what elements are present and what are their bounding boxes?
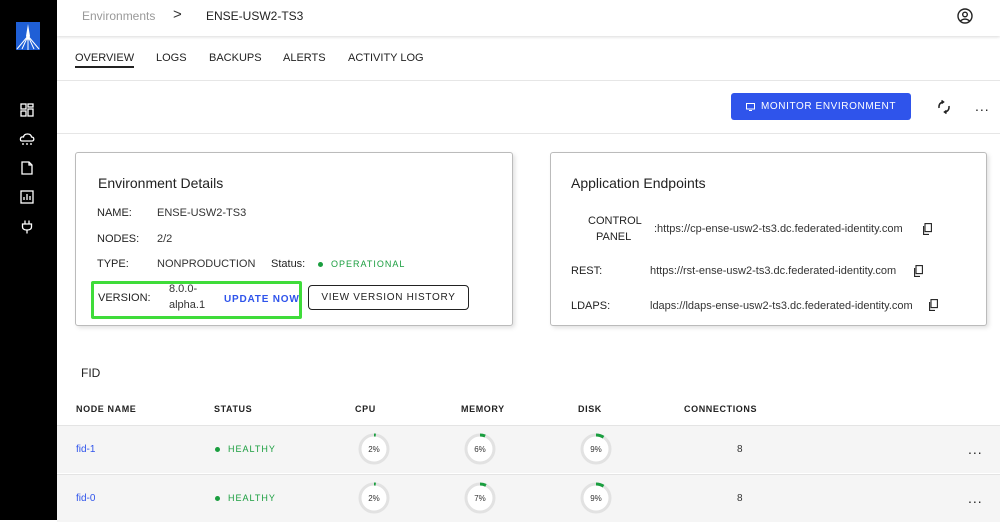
memory-gauge: 6% <box>464 433 496 465</box>
copy-rest-icon[interactable] <box>913 265 923 277</box>
monitor-icon <box>745 102 755 111</box>
rest-url[interactable]: https://rst-ense-usw2-ts3.dc.federated-i… <box>650 265 896 277</box>
status-value: OPERATIONAL <box>331 259 406 269</box>
row-more-options-icon[interactable]: ... <box>968 491 983 505</box>
tab-activity-log[interactable]: ACTIVITY LOG <box>348 52 424 64</box>
user-icon[interactable] <box>957 8 973 24</box>
nodes-label: NODES: <box>97 233 140 245</box>
type-value: NONPRODUCTION <box>157 258 256 270</box>
cloud-icon[interactable] <box>19 131 35 147</box>
version-value-line2: alpha.1 <box>169 299 206 311</box>
view-version-history-button[interactable]: VIEW VERSION HISTORY <box>308 285 469 310</box>
monitor-environment-button[interactable]: MONITOR ENVIRONMENT <box>731 93 911 120</box>
cpu-gauge: 2% <box>358 482 390 514</box>
refresh-icon[interactable] <box>936 99 952 115</box>
breadcrumb-environments[interactable]: Environments <box>82 9 155 23</box>
node-name-link[interactable]: fid-1 <box>76 444 95 455</box>
cpu-value: 2% <box>368 445 380 454</box>
healthy-dot <box>215 496 220 501</box>
nodes-value: 2/2 <box>157 233 173 245</box>
more-options-icon[interactable]: ... <box>975 99 990 113</box>
tab-logs[interactable]: LOGS <box>156 52 187 64</box>
environment-details-title: Environment Details <box>98 175 224 191</box>
breadcrumb-separator: > <box>173 6 182 23</box>
version-label: VERSION: <box>98 292 151 304</box>
version-value-line1: 8.0.0- <box>169 283 198 295</box>
document-icon[interactable] <box>19 160 35 176</box>
dashboard-icon[interactable] <box>19 102 35 118</box>
actions-divider <box>57 133 1000 134</box>
update-now-link[interactable]: UPDATE NOW <box>224 294 300 305</box>
chart-icon[interactable] <box>19 189 35 205</box>
copy-ldaps-icon[interactable] <box>928 299 938 311</box>
tabs-divider <box>57 80 1000 81</box>
tab-overview[interactable]: OVERVIEW <box>75 52 135 68</box>
control-panel-label-line1: CONTROL <box>588 215 642 227</box>
column-memory: MEMORY <box>461 404 505 414</box>
disk-gauge: 9% <box>580 482 612 514</box>
main-content: Environments > ENSE-USW2-TS3 OVERVIEW LO… <box>57 0 1000 522</box>
status-dot <box>318 262 323 267</box>
memory-value: 7% <box>474 494 486 503</box>
tab-backups[interactable]: BACKUPS <box>209 52 262 64</box>
application-endpoints-title: Application Endpoints <box>571 175 706 191</box>
column-disk: DISK <box>578 404 602 414</box>
connections-value: 8 <box>737 493 743 504</box>
control-panel-url[interactable]: :https://cp-ense-usw2-ts3.dc.federated-i… <box>654 223 903 235</box>
cpu-gauge: 2% <box>358 433 390 465</box>
node-status: HEALTHY <box>228 444 276 454</box>
plug-icon[interactable] <box>19 219 35 235</box>
table-row[interactable] <box>57 474 1000 522</box>
memory-gauge: 7% <box>464 482 496 514</box>
copy-control-panel-icon[interactable] <box>922 223 932 235</box>
breadcrumb-current: ENSE-USW2-TS3 <box>206 9 304 23</box>
cpu-value: 2% <box>368 494 380 503</box>
top-bar: Environments > ENSE-USW2-TS3 <box>57 0 1000 36</box>
ldaps-url[interactable]: ldaps://ldaps-ense-usw2-ts3.dc.federated… <box>650 300 913 312</box>
node-status: HEALTHY <box>228 493 276 503</box>
fid-section-title: FID <box>81 366 101 380</box>
name-value: ENSE-USW2-TS3 <box>157 207 247 219</box>
status-label: Status: <box>271 258 306 270</box>
tab-alerts[interactable]: ALERTS <box>283 52 326 64</box>
ldaps-label: LDAPS: <box>571 300 611 312</box>
disk-value: 9% <box>590 445 602 454</box>
disk-value: 9% <box>590 494 602 503</box>
disk-gauge: 9% <box>580 433 612 465</box>
column-node-name: NODE NAME <box>76 404 137 414</box>
connections-value: 8 <box>737 444 743 455</box>
type-label: TYPE: <box>97 258 129 270</box>
logo-icon[interactable] <box>12 20 44 56</box>
column-cpu: CPU <box>355 404 376 414</box>
node-name-link[interactable]: fid-0 <box>76 493 95 504</box>
sidebar <box>0 0 57 520</box>
healthy-dot <box>215 447 220 452</box>
column-connections: CONNECTIONS <box>684 404 758 414</box>
rest-label: REST: <box>571 265 603 277</box>
table-row[interactable] <box>57 425 1000 473</box>
name-label: NAME: <box>97 207 132 219</box>
row-more-options-icon[interactable]: ... <box>968 442 983 456</box>
memory-value: 6% <box>474 445 486 454</box>
column-status: STATUS <box>214 404 253 414</box>
monitor-environment-label: MONITOR ENVIRONMENT <box>760 101 897 112</box>
control-panel-label-line2: PANEL <box>596 231 632 243</box>
